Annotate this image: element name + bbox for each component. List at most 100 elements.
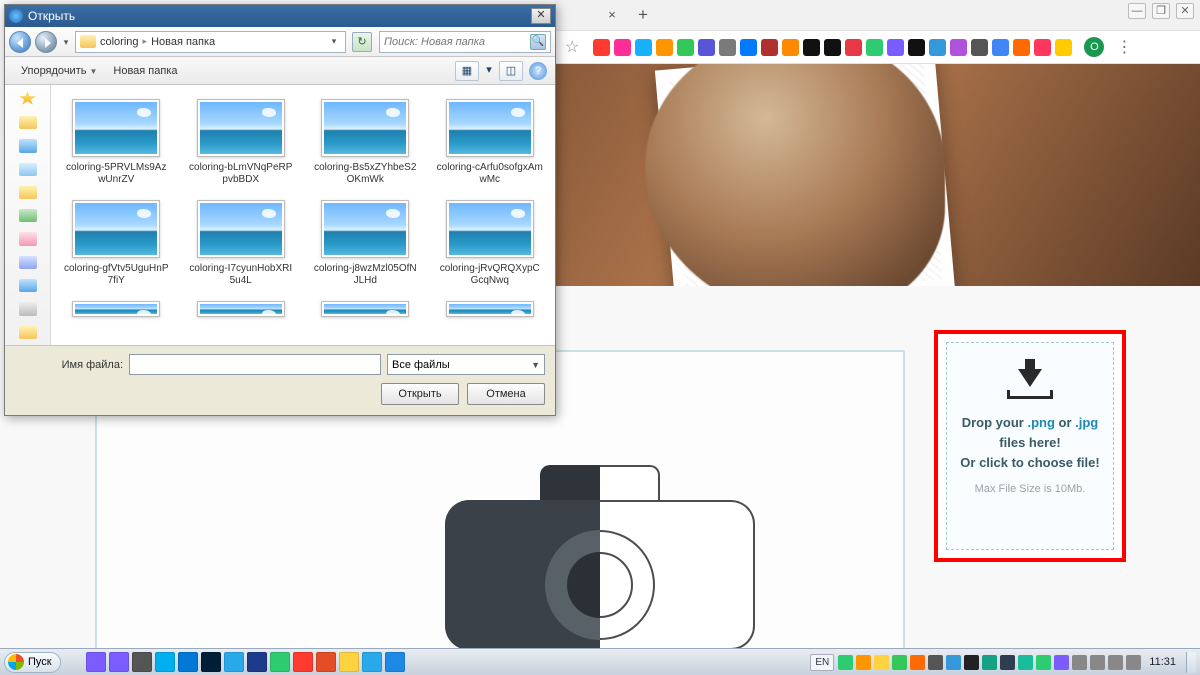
extension-icon[interactable] (971, 39, 988, 56)
taskbar-app-icon[interactable] (224, 652, 244, 672)
places-music-icon[interactable] (19, 256, 37, 269)
tray-icon[interactable] (1072, 655, 1087, 670)
file-item-partial[interactable] (184, 301, 299, 322)
tray-icon[interactable] (1000, 655, 1015, 670)
preview-pane-button[interactable]: ◫ (499, 61, 523, 81)
file-item[interactable]: coloring-j8wzMzl05OfNJLHd (308, 200, 423, 287)
taskbar-app-icon[interactable] (385, 652, 405, 672)
tray-icon[interactable] (928, 655, 943, 670)
tray-icon[interactable] (892, 655, 907, 670)
window-minimize-button[interactable]: — (1128, 3, 1146, 19)
extension-icon[interactable] (698, 39, 715, 56)
extension-icon[interactable] (929, 39, 946, 56)
view-dropdown-icon[interactable]: ▾ (483, 61, 495, 81)
window-close-button[interactable]: ✕ (1176, 3, 1194, 19)
extension-icon[interactable] (824, 39, 841, 56)
clock[interactable]: 11:31 (1149, 656, 1176, 668)
refresh-button[interactable]: ↻ (352, 32, 372, 52)
profile-avatar[interactable]: O (1084, 37, 1104, 57)
language-indicator[interactable]: EN (810, 654, 834, 671)
tray-icon[interactable] (1036, 655, 1051, 670)
file-item[interactable]: coloring-cArfu0sofgxAmwMc (433, 99, 548, 186)
extension-icon[interactable] (614, 39, 631, 56)
breadcrumb-dropdown-icon[interactable]: ▾ (327, 36, 341, 47)
extension-icon[interactable] (677, 39, 694, 56)
tray-icon[interactable] (1108, 655, 1123, 670)
tray-icon[interactable] (964, 655, 979, 670)
file-item-partial[interactable] (308, 301, 423, 322)
breadcrumb-seg1[interactable]: coloring (100, 36, 139, 48)
tab-close-icon[interactable]: × (605, 8, 619, 22)
extension-icon[interactable] (950, 39, 967, 56)
extension-icon[interactable] (803, 39, 820, 56)
cancel-button[interactable]: Отмена (467, 383, 545, 405)
tray-icon[interactable] (838, 655, 853, 670)
browser-menu-icon[interactable]: ⋮ (1116, 37, 1132, 57)
file-item[interactable]: coloring-Bs5xZYhbeS2OKmWk (308, 99, 423, 186)
places-favorites-icon[interactable] (19, 91, 37, 106)
file-item[interactable]: coloring-bLmVNqPeRPpvbBDX (184, 99, 299, 186)
places-libraries-icon[interactable] (19, 139, 37, 152)
bookmark-star-icon[interactable]: ☆ (565, 37, 579, 57)
search-input[interactable] (384, 36, 530, 48)
tray-icon[interactable] (982, 655, 997, 670)
extension-icon[interactable] (656, 39, 673, 56)
search-field[interactable]: 🔍 (379, 31, 551, 53)
taskbar-app-icon[interactable] (201, 652, 221, 672)
taskbar-app-icon[interactable] (178, 652, 198, 672)
file-item-partial[interactable] (433, 301, 548, 322)
extension-icon[interactable] (761, 39, 778, 56)
newfolder-button[interactable]: Новая папка (105, 62, 185, 80)
places-desktop-icon[interactable] (19, 163, 37, 176)
dialog-titlebar[interactable]: Открыть ✕ (5, 5, 555, 27)
taskbar-app-icon[interactable] (247, 652, 267, 672)
extension-icon[interactable] (1013, 39, 1030, 56)
file-item[interactable]: coloring-jRvQRQXypCGcqNwq (433, 200, 548, 287)
extension-icon[interactable] (719, 39, 736, 56)
taskbar-app-icon[interactable] (362, 652, 382, 672)
view-mode-button[interactable]: ▦ (455, 61, 479, 81)
nav-forward-button[interactable] (35, 31, 57, 53)
extension-icon[interactable] (782, 39, 799, 56)
extension-icon[interactable] (992, 39, 1009, 56)
extension-icon[interactable] (635, 39, 652, 56)
show-desktop-button[interactable] (1186, 652, 1196, 673)
taskbar-app-icon[interactable] (270, 652, 290, 672)
search-icon[interactable]: 🔍 (530, 34, 546, 50)
tray-icon[interactable] (856, 655, 871, 670)
file-item-partial[interactable] (59, 301, 174, 322)
tray-icon[interactable] (1126, 655, 1141, 670)
taskbar-app-icon[interactable] (339, 652, 359, 672)
places-network-icon[interactable] (19, 302, 37, 315)
organize-menu[interactable]: Упорядочить▼ (13, 62, 105, 80)
places-folder-icon[interactable] (19, 116, 37, 129)
dialog-close-button[interactable]: ✕ (531, 8, 551, 24)
file-item[interactable]: coloring-gfVtv5UguHnP7fiY (59, 200, 174, 287)
nav-history-dropdown[interactable]: ▾ (61, 31, 71, 53)
places-computer-icon[interactable] (19, 279, 37, 292)
window-maximize-button[interactable]: ❐ (1152, 3, 1170, 19)
tray-icon[interactable] (910, 655, 925, 670)
taskbar-app-icon[interactable] (293, 652, 313, 672)
tray-icon[interactable] (1018, 655, 1033, 670)
places-extra-icon[interactable] (19, 326, 37, 339)
tray-icon[interactable] (874, 655, 889, 670)
tray-icon[interactable] (946, 655, 961, 670)
places-downloads-icon[interactable] (19, 209, 37, 222)
newtab-button[interactable]: + (633, 5, 653, 25)
extension-icon[interactable] (908, 39, 925, 56)
places-documents-icon[interactable] (19, 186, 37, 199)
extension-icon[interactable] (1055, 39, 1072, 56)
tray-icon[interactable] (1054, 655, 1069, 670)
places-pictures-icon[interactable] (19, 232, 37, 245)
drop-card[interactable]: Drop your .png or .jpg files here! Or cl… (934, 330, 1126, 562)
breadcrumb-seg2[interactable]: Новая папка (151, 36, 215, 48)
extension-icon[interactable] (1034, 39, 1051, 56)
taskbar-app-icon[interactable] (316, 652, 336, 672)
extension-icon[interactable] (866, 39, 883, 56)
taskbar-app-icon[interactable] (109, 652, 129, 672)
taskbar-app-icon[interactable] (86, 652, 106, 672)
extension-icon[interactable] (845, 39, 862, 56)
start-button[interactable]: Пуск (4, 652, 61, 673)
breadcrumb[interactable]: coloring ▸ Новая папка ▾ (75, 31, 346, 53)
